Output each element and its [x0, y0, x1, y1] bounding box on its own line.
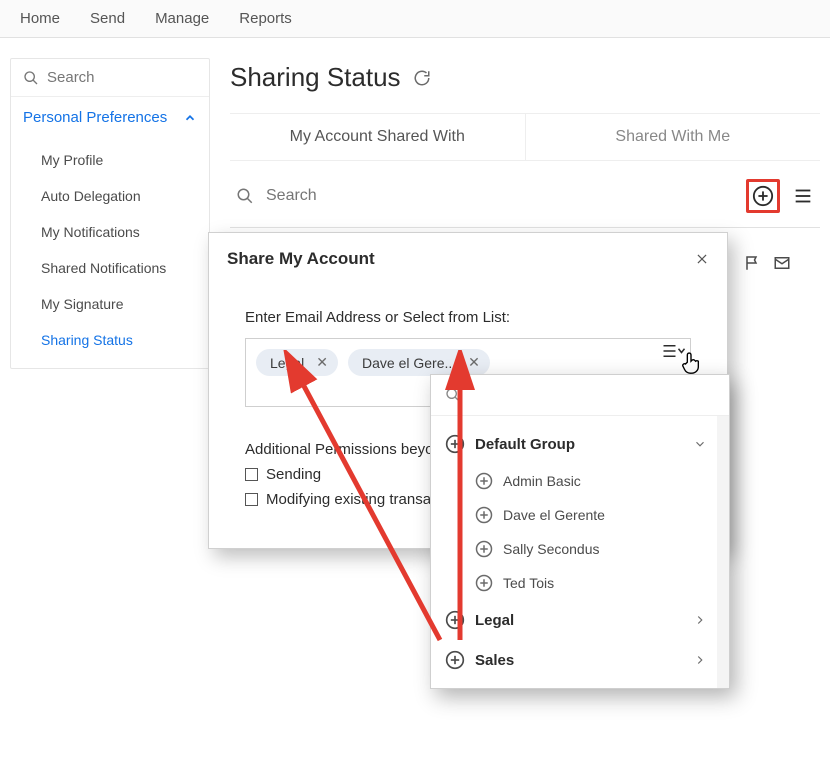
search-icon: [445, 387, 461, 403]
main-search-label[interactable]: Search: [266, 187, 317, 205]
item-admin[interactable]: Admin Basic: [439, 464, 713, 498]
sidebar-item-sharing[interactable]: Sharing Status: [11, 322, 209, 358]
chip-legal[interactable]: Legal ✕: [256, 349, 338, 376]
modal-label: Enter Email Address or Select from List:: [245, 309, 709, 326]
tab-shared-with[interactable]: My Account Shared With: [230, 114, 526, 160]
close-icon[interactable]: [695, 252, 709, 266]
top-nav: Home Send Manage Reports: [0, 0, 830, 38]
sidebar-item-delegation[interactable]: Auto Delegation: [11, 178, 209, 214]
sidebar-item-profile[interactable]: My Profile: [11, 142, 209, 178]
page-title: Sharing Status: [230, 58, 820, 113]
modal-title: Share My Account: [227, 249, 375, 269]
dropdown-body: Default Group Admin Basic Dave el Gerent…: [431, 416, 729, 688]
item-label: Ted Tois: [503, 575, 554, 591]
flag-icon: [744, 254, 762, 272]
search-icon: [23, 70, 39, 86]
tab-shared-me[interactable]: Shared With Me: [526, 114, 821, 160]
refresh-icon[interactable]: [413, 69, 431, 87]
plus-circle-icon[interactable]: [475, 506, 493, 524]
chevron-right-icon[interactable]: [693, 653, 707, 667]
sidebar-item-sharednotif[interactable]: Shared Notifications: [11, 250, 209, 286]
mail-icon: [772, 254, 792, 272]
chevron-down-icon[interactable]: [693, 437, 707, 451]
plus-circle-icon: [752, 185, 774, 207]
tabs: My Account Shared With Shared With Me: [230, 113, 820, 161]
main-search-row: Search: [230, 161, 820, 228]
chip-label: Dave el Gere...: [362, 355, 456, 371]
check-label: Modifying existing transacti: [266, 491, 446, 508]
page-title-label: Sharing Status: [230, 62, 401, 93]
item-label: Admin Basic: [503, 473, 581, 489]
check-label: Sending: [266, 466, 321, 483]
sidebar-item-signature[interactable]: My Signature: [11, 286, 209, 322]
item-ted[interactable]: Ted Tois: [439, 566, 713, 600]
plus-circle-icon[interactable]: [475, 472, 493, 490]
sidebar-items: My Profile Auto Delegation My Notificati…: [11, 138, 209, 368]
group-sales[interactable]: Sales: [439, 640, 713, 680]
group-label: Legal: [475, 612, 514, 629]
add-share-button[interactable]: [746, 179, 780, 213]
sidebar-heading-label: Personal Preferences: [23, 109, 167, 126]
item-label: Sally Secondus: [503, 541, 600, 557]
group-label: Sales: [475, 652, 514, 669]
nav-home[interactable]: Home: [20, 10, 60, 27]
group-label: Default Group: [475, 436, 575, 453]
chip-remove-icon[interactable]: ✕: [468, 354, 480, 371]
modal-header: Share My Account: [227, 249, 709, 281]
plus-circle-icon[interactable]: [445, 610, 465, 630]
sidebar-search[interactable]: Search: [11, 59, 209, 97]
row-perm-icons: [744, 254, 792, 272]
menu-icon[interactable]: [792, 185, 814, 207]
checkbox-icon[interactable]: [245, 493, 258, 506]
group-legal[interactable]: Legal: [439, 600, 713, 640]
sidebar-heading[interactable]: Personal Preferences: [11, 97, 209, 138]
checkbox-icon[interactable]: [245, 468, 258, 481]
group-dropdown: Default Group Admin Basic Dave el Gerent…: [430, 374, 730, 689]
plus-circle-icon[interactable]: [445, 650, 465, 670]
chip-remove-icon[interactable]: ✕: [316, 354, 328, 371]
nav-send[interactable]: Send: [90, 10, 125, 27]
nav-reports[interactable]: Reports: [239, 10, 292, 27]
plus-circle-icon[interactable]: [445, 434, 465, 454]
chevron-right-icon[interactable]: [693, 613, 707, 627]
plus-circle-icon[interactable]: [475, 574, 493, 592]
sidebar-item-mynotif[interactable]: My Notifications: [11, 214, 209, 250]
sidebar: Search Personal Preferences My Profile A…: [10, 58, 210, 369]
chip-dave[interactable]: Dave el Gere... ✕: [348, 349, 490, 376]
sidebar-search-label: Search: [47, 69, 95, 86]
item-sally[interactable]: Sally Secondus: [439, 532, 713, 566]
group-default[interactable]: Default Group: [439, 424, 713, 464]
item-dave[interactable]: Dave el Gerente: [439, 498, 713, 532]
chevron-up-icon: [183, 111, 197, 125]
plus-circle-icon[interactable]: [475, 540, 493, 558]
dropdown-search[interactable]: [431, 375, 729, 416]
search-icon: [236, 187, 254, 205]
item-label: Dave el Gerente: [503, 507, 605, 523]
chip-label: Legal: [270, 355, 304, 371]
nav-manage[interactable]: Manage: [155, 10, 209, 27]
